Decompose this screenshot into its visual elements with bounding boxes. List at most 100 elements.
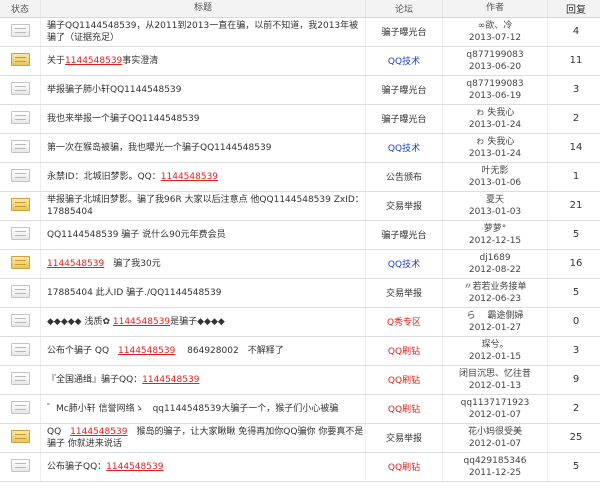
title-text: 我也来举报一个骗子QQ1144548539 — [47, 113, 200, 124]
forum-cell: QQ刷钻 — [365, 336, 443, 366]
post-date: 2012-01-13 — [468, 380, 522, 391]
author-cell: q877199083 2013-06-20 — [442, 46, 548, 76]
table-row[interactable]: ◆◆◆◆◆ 浅质✿ 1144548539是骗子◆◆◆◆ Q秀专区 ら 霸途側婦 201… — [0, 307, 600, 337]
status-cell — [0, 17, 41, 47]
author-cell: 花小妈很受美 2012-01-07 — [442, 423, 548, 453]
author-link[interactable]: 花小妈很受美 — [443, 426, 547, 438]
table-row[interactable]: 第一次在猴岛被骗，我也曝光一个骗子QQ1144548539 QQ技术 ゎ 失我心 20… — [0, 133, 600, 163]
topic-title-link[interactable]: 关于1144548539事实澄清 — [47, 56, 158, 66]
forum-link[interactable]: 交易举报 — [386, 289, 422, 299]
table-row[interactable]: 17885404 此人ID 骗子./QQ1144548539 交易举报 〃若若业务接… — [0, 278, 600, 308]
author-link[interactable]: 叶无影 — [443, 165, 547, 177]
forum-link[interactable]: Q秀专区 — [387, 318, 421, 328]
forum-link[interactable]: 交易举报 — [386, 202, 422, 212]
author-link[interactable]: 夏天 — [443, 194, 547, 206]
post-date: 2012-06-23 — [468, 293, 522, 304]
forum-link[interactable]: QQ刷钻 — [388, 376, 420, 386]
post-date: 2012-01-07 — [468, 409, 522, 420]
person-icon — [10, 400, 30, 414]
topic-title-link[interactable]: 『全国通缉』骗子QQ：1144548539 — [47, 375, 199, 385]
highlighted-qq[interactable]: 1144548539 — [47, 259, 104, 269]
forum-link[interactable]: 骗子曝光台 — [381, 86, 426, 96]
table-row[interactable]: 骗子QQ1144548539，从2011到2013一直在骗，以前不知道，我201… — [0, 17, 600, 47]
document-icon — [10, 284, 30, 298]
forum-cell: 交易举报 — [365, 278, 443, 308]
topic-title-link[interactable]: 举报骗子北城旧梦影。骗了我96R 大家以后注意点 他QQ1144548539 Z… — [47, 195, 364, 217]
forum-link[interactable]: 公告颁布 — [386, 173, 422, 183]
status-cell — [0, 220, 41, 250]
topic-title-link[interactable]: 第一次在猴岛被骗，我也曝光一个骗子QQ1144548539 — [47, 143, 271, 153]
highlighted-qq[interactable]: 1144548539 — [70, 427, 127, 437]
author-link[interactable]: q877199083 — [443, 78, 547, 90]
title-text: 17885404 此人ID 骗子./QQ1144548539 — [47, 287, 222, 298]
author-link[interactable]: ゎ 失我心 — [443, 107, 547, 119]
topic-title-link[interactable]: QQ 1144548539 猴岛的骗子，让大家瞅瞅 免得再加你QQ骗你 你要真不… — [47, 427, 363, 449]
topic-title-link[interactable]: 骗子QQ1144548539，从2011到2013一直在骗，以前不知道，我201… — [47, 21, 358, 43]
table-row[interactable]: 1144548539 骗了我30元 QQ技术 dj1689 2012-08-22 16 — [0, 249, 600, 279]
table-row[interactable]: 举报骗子北城旧梦影。骗了我96R 大家以后注意点 他QQ1144548539 Z… — [0, 191, 600, 221]
table-row[interactable]: ゛Mc肺小轩 信誉网络ゝ qq1144548539大骗子一个，猴子们小心被骗 QQ… — [0, 394, 600, 424]
author-link[interactable]: qq429185346 — [443, 455, 547, 467]
document-icon — [10, 342, 30, 356]
forum-link[interactable]: 交易举报 — [386, 434, 422, 444]
forum-link[interactable]: QQ刷钻 — [388, 405, 420, 415]
forum-link[interactable]: QQ技术 — [388, 260, 420, 270]
forum-link[interactable]: QQ技术 — [388, 57, 420, 67]
forum-link[interactable]: QQ刷钻 — [388, 347, 420, 357]
author-link[interactable]: 琛兮。 — [443, 339, 547, 351]
author-link[interactable]: 萝萝° — [443, 223, 547, 235]
forum-link[interactable]: 骗子曝光台 — [381, 115, 426, 125]
forum-link[interactable]: QQ刷钻 — [388, 463, 420, 473]
topic-title-link[interactable]: 17885404 此人ID 骗子./QQ1144548539 — [47, 288, 221, 298]
title-text: 关于 — [47, 55, 66, 66]
author-link[interactable]: dj1689 — [443, 252, 547, 264]
title-cell: 第一次在猴岛被骗，我也曝光一个骗子QQ1144548539 — [40, 133, 366, 163]
forum-link[interactable]: QQ技术 — [388, 144, 420, 154]
status-cell — [0, 423, 41, 453]
author-link[interactable]: q877199083 — [443, 49, 547, 61]
title-text: 公布骗子QQ： — [47, 461, 107, 472]
reply-count: 9 — [547, 365, 600, 395]
forum-link[interactable]: 骗子曝光台 — [381, 231, 426, 241]
table-row[interactable]: 关于1144548539事实澄清 QQ技术 q877199083 2013-06-20… — [0, 46, 600, 76]
reply-count: 3 — [547, 336, 600, 366]
author-link[interactable]: ら 霸途側婦 — [443, 310, 547, 322]
topic-title-link[interactable]: ◆◆◆◆◆ 浅质✿ 1144548539是骗子◆◆◆◆ — [47, 317, 225, 327]
topic-title-link[interactable]: 1144548539 骗了我30元 — [47, 259, 161, 269]
table-row[interactable]: 『全国通缉』骗子QQ：1144548539 QQ刷钻 闭目沉思、忆往昔 2012-01… — [0, 365, 600, 395]
highlighted-qq[interactable]: 1144548539 — [118, 346, 175, 356]
topic-title-link[interactable]: 举报骗子肺小轩QQ1144548539 — [47, 85, 181, 95]
author-cell: qq1137171923 2012-01-07 — [442, 394, 548, 424]
topic-title-link[interactable]: ゛Mc肺小轩 信誉网络ゝ qq1144548539大骗子一个，猴子们小心被骗 — [47, 404, 338, 414]
table-row[interactable]: 永禁ID：北城旧梦影。QQ：1144548539 公告颁布 叶无影 2013-01-0… — [0, 162, 600, 192]
highlighted-qq[interactable]: 1144548539 — [65, 56, 122, 66]
header-status: 状态 — [0, 0, 41, 18]
forum-link[interactable]: 骗子曝光台 — [381, 28, 426, 38]
table-row[interactable]: 举报骗子肺小轩QQ1144548539 骗子曝光台 q877199083 2013-0… — [0, 75, 600, 105]
highlighted-qq[interactable]: 1144548539 — [113, 317, 170, 327]
author-link[interactable]: 〃若若业务接单 — [443, 281, 547, 293]
table-row[interactable]: 公布个骗子 QQ 1144548539 864928002 不解释了 QQ刷钻 琛兮… — [0, 336, 600, 366]
highlighted-qq[interactable]: 1144548539 — [142, 375, 199, 385]
topic-title-link[interactable]: 公布骗子QQ：1144548539 — [47, 462, 163, 472]
highlighted-qq[interactable]: 1144548539 — [161, 172, 218, 182]
status-cell — [0, 278, 41, 308]
post-date: 2012-01-27 — [468, 322, 522, 333]
table-row[interactable]: QQ 1144548539 猴岛的骗子，让大家瞅瞅 免得再加你QQ骗你 你要真不… — [0, 423, 600, 453]
table-row[interactable]: QQ1144548539 骗子 说什么90元年费会员 骗子曝光台 萝萝° 2012-1… — [0, 220, 600, 250]
author-link[interactable]: 闭目沉思、忆往昔 — [443, 368, 547, 380]
topic-title-link[interactable]: 公布个骗子 QQ 1144548539 864928002 不解释了 — [47, 346, 284, 356]
author-cell: qq429185346 2011-12-25 — [442, 452, 548, 482]
topic-title-link[interactable]: QQ1144548539 骗子 说什么90元年费会员 — [47, 230, 226, 240]
header-title: 标题 — [40, 0, 366, 18]
author-link[interactable]: ゎ 失我心 — [443, 136, 547, 148]
table-row[interactable]: 我也来举报一个骗子QQ1144548539 骗子曝光台 ゎ 失我心 2013-01-2… — [0, 104, 600, 134]
topic-title-link[interactable]: 永禁ID：北城旧梦影。QQ：1144548539 — [47, 172, 218, 182]
post-date: 2012-01-07 — [468, 438, 522, 449]
highlighted-qq[interactable]: 1144548539 — [106, 462, 163, 472]
topic-title-link[interactable]: 我也来举报一个骗子QQ1144548539 — [47, 114, 199, 124]
author-link[interactable]: ∞欲、冷 — [443, 20, 547, 32]
author-link[interactable]: qq1137171923 — [443, 397, 547, 409]
table-row[interactable]: 公布骗子QQ：1144548539 QQ刷钻 qq429185346 2011-12-… — [0, 452, 600, 482]
title-cell: 骗子QQ1144548539，从2011到2013一直在骗，以前不知道，我201… — [40, 17, 366, 47]
